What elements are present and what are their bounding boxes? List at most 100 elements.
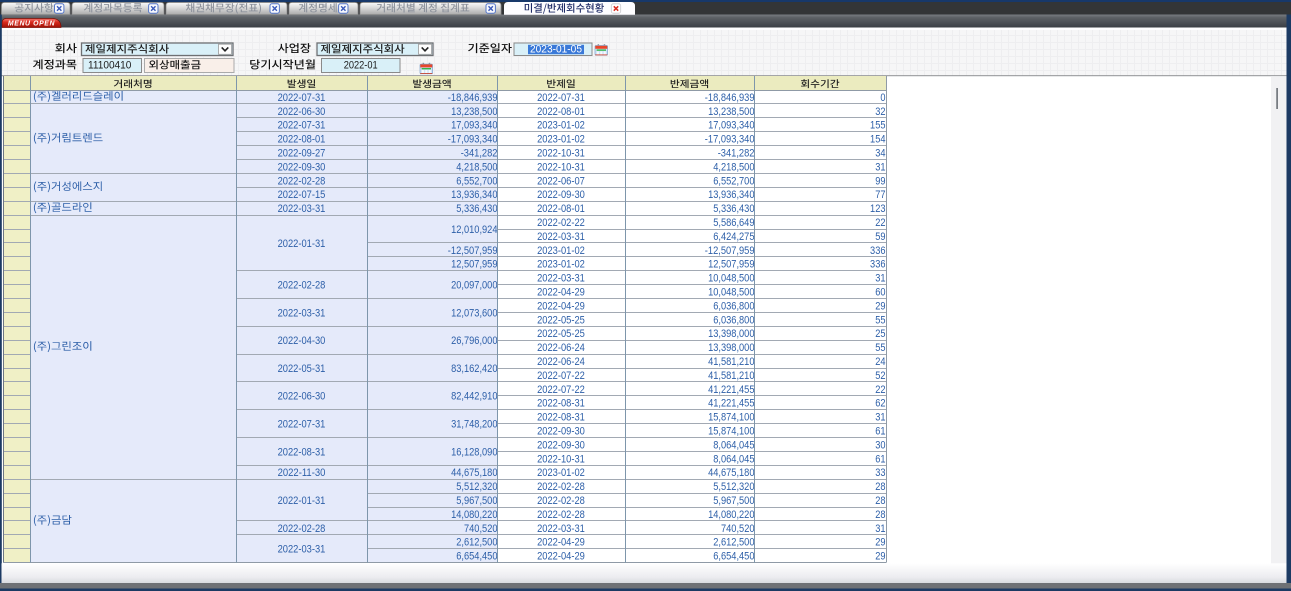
svg-text:2022-08-01: 2022-08-01 xyxy=(537,203,585,215)
svg-text:10,048,500: 10,048,500 xyxy=(708,273,754,285)
svg-text:22: 22 xyxy=(875,384,885,396)
svg-text:2022-01-31: 2022-01-31 xyxy=(278,238,326,250)
svg-text:-341,282: -341,282 xyxy=(718,147,755,159)
svg-text:2022-02-28: 2022-02-28 xyxy=(537,495,585,507)
svg-text:8,064,045: 8,064,045 xyxy=(713,453,754,465)
svg-text:59: 59 xyxy=(875,231,885,243)
svg-text:4,218,500: 4,218,500 xyxy=(713,161,754,173)
svg-text:2022-09-30: 2022-09-30 xyxy=(537,189,585,201)
svg-text:6,552,700: 6,552,700 xyxy=(713,175,754,187)
svg-text:5,336,430: 5,336,430 xyxy=(456,203,497,215)
svg-text:2022-03-31: 2022-03-31 xyxy=(278,203,326,215)
svg-text:5,512,320: 5,512,320 xyxy=(713,481,754,493)
svg-text:123: 123 xyxy=(870,203,885,215)
svg-text:31: 31 xyxy=(875,412,885,424)
svg-text:2023-01-02: 2023-01-02 xyxy=(537,134,585,146)
svg-text:740,520: 740,520 xyxy=(721,523,755,535)
svg-text:12,507,959: 12,507,959 xyxy=(451,259,497,271)
svg-text:6,552,700: 6,552,700 xyxy=(456,175,497,187)
svg-text:30: 30 xyxy=(875,439,885,451)
svg-text:31: 31 xyxy=(875,161,885,173)
svg-text:2022-06-30: 2022-06-30 xyxy=(278,391,326,403)
svg-text:4,218,500: 4,218,500 xyxy=(456,161,497,173)
svg-text:2022-07-22: 2022-07-22 xyxy=(537,370,585,382)
svg-text:2022-05-31: 2022-05-31 xyxy=(278,363,326,375)
svg-text:20,097,000: 20,097,000 xyxy=(451,280,497,292)
svg-text:10,048,500: 10,048,500 xyxy=(708,286,754,298)
svg-text:-18,846,939: -18,846,939 xyxy=(448,92,498,104)
svg-text:2022-09-27: 2022-09-27 xyxy=(278,147,326,159)
svg-text:99: 99 xyxy=(875,175,885,187)
svg-text:2022-03-31: 2022-03-31 xyxy=(537,273,585,285)
svg-text:2022-06-24: 2022-06-24 xyxy=(537,356,585,368)
svg-text:740,520: 740,520 xyxy=(464,523,498,535)
svg-text:29: 29 xyxy=(875,537,885,549)
svg-text:13,398,000: 13,398,000 xyxy=(708,342,754,354)
svg-text:2022-08-31: 2022-08-31 xyxy=(537,412,585,424)
svg-text:16,128,090: 16,128,090 xyxy=(451,446,497,458)
svg-text:2022-11-30: 2022-11-30 xyxy=(278,467,326,479)
svg-text:6,424,275: 6,424,275 xyxy=(713,231,754,243)
svg-text:2022-07-31: 2022-07-31 xyxy=(278,419,326,431)
svg-text:2022-01: 2022-01 xyxy=(344,60,378,72)
svg-text:2022-04-29: 2022-04-29 xyxy=(537,551,585,563)
svg-text:13,238,500: 13,238,500 xyxy=(708,106,754,118)
svg-text:33: 33 xyxy=(875,467,885,479)
svg-text:26,796,000: 26,796,000 xyxy=(451,335,497,347)
svg-text:5,967,500: 5,967,500 xyxy=(456,495,497,507)
svg-text:2022-05-25: 2022-05-25 xyxy=(537,328,585,340)
svg-text:2022-06-30: 2022-06-30 xyxy=(278,106,326,118)
svg-text:2022-08-31: 2022-08-31 xyxy=(278,446,326,458)
svg-text:2022-02-28: 2022-02-28 xyxy=(278,280,326,292)
svg-text:11100410: 11100410 xyxy=(88,60,131,72)
svg-text:MENU OPEN: MENU OPEN xyxy=(8,20,56,27)
svg-text:28: 28 xyxy=(875,509,885,521)
svg-text:2022-09-30: 2022-09-30 xyxy=(537,425,585,437)
svg-text:52: 52 xyxy=(875,370,885,382)
svg-text:6,036,800: 6,036,800 xyxy=(713,314,754,326)
svg-text:155: 155 xyxy=(870,120,885,132)
svg-text:2022-04-30: 2022-04-30 xyxy=(278,335,326,347)
svg-text:2022-07-22: 2022-07-22 xyxy=(537,384,585,396)
svg-text:15,874,100: 15,874,100 xyxy=(708,425,754,437)
svg-text:12,010,924: 12,010,924 xyxy=(451,224,497,236)
svg-text:2022-03-31: 2022-03-31 xyxy=(537,523,585,535)
svg-text:-12,507,959: -12,507,959 xyxy=(448,245,498,257)
svg-text:336: 336 xyxy=(870,259,885,271)
svg-text:29: 29 xyxy=(875,300,885,312)
svg-text:5,967,500: 5,967,500 xyxy=(713,495,754,507)
svg-text:13,238,500: 13,238,500 xyxy=(451,106,497,118)
svg-text:2022-10-31: 2022-10-31 xyxy=(537,453,585,465)
svg-text:82,442,910: 82,442,910 xyxy=(451,391,497,403)
svg-text:2022-07-31: 2022-07-31 xyxy=(278,120,326,132)
svg-text:2023-01-05: 2023-01-05 xyxy=(530,44,582,56)
svg-text:13,936,340: 13,936,340 xyxy=(451,189,497,201)
svg-text:2022-02-22: 2022-02-22 xyxy=(537,217,585,229)
svg-text:61: 61 xyxy=(875,425,885,437)
svg-text:28: 28 xyxy=(875,495,885,507)
svg-text:55: 55 xyxy=(875,342,885,354)
svg-text:41,581,210: 41,581,210 xyxy=(708,356,754,368)
svg-text:13,936,340: 13,936,340 xyxy=(708,189,754,201)
svg-text:25: 25 xyxy=(875,328,885,340)
svg-text:2022-04-29: 2022-04-29 xyxy=(537,286,585,298)
svg-text:2023-01-02: 2023-01-02 xyxy=(537,259,585,271)
svg-text:2,612,500: 2,612,500 xyxy=(713,537,754,549)
svg-text:2022-03-31: 2022-03-31 xyxy=(278,544,326,556)
svg-text:32: 32 xyxy=(875,106,885,118)
svg-text:31: 31 xyxy=(875,523,885,535)
svg-text:31,748,200: 31,748,200 xyxy=(451,419,497,431)
svg-text:8,064,045: 8,064,045 xyxy=(713,439,754,451)
svg-text:22: 22 xyxy=(875,217,885,229)
svg-text:2022-09-30: 2022-09-30 xyxy=(537,439,585,451)
svg-text:2022-02-28: 2022-02-28 xyxy=(537,509,585,521)
svg-text:-18,846,939: -18,846,939 xyxy=(705,92,755,104)
svg-text:2022-05-25: 2022-05-25 xyxy=(537,314,585,326)
svg-text:31: 31 xyxy=(875,273,885,285)
svg-text:17,093,340: 17,093,340 xyxy=(708,120,754,132)
svg-text:44,675,180: 44,675,180 xyxy=(451,467,497,479)
svg-text:2022-09-30: 2022-09-30 xyxy=(278,161,326,173)
svg-text:24: 24 xyxy=(875,356,885,368)
svg-text:55: 55 xyxy=(875,314,885,326)
svg-text:77: 77 xyxy=(875,189,885,201)
